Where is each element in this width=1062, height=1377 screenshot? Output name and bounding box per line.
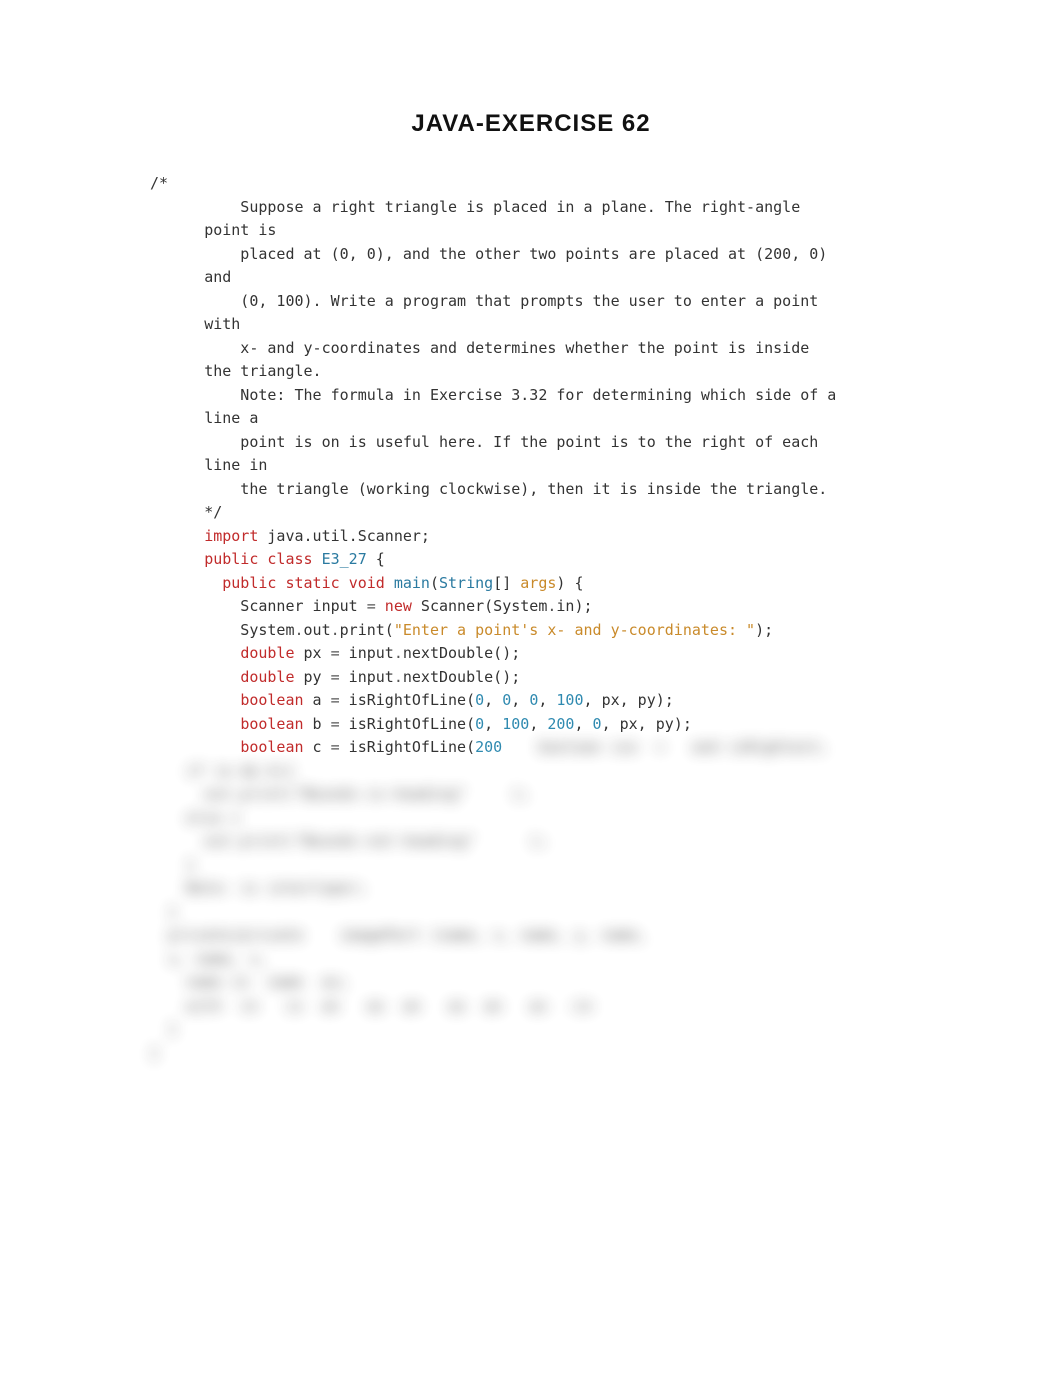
code-text: input	[340, 644, 394, 662]
comma: ,	[511, 691, 529, 709]
num: 0	[502, 691, 511, 709]
page-title: JAVA-EXERCISE 62	[150, 110, 912, 138]
comment-line: Note: The formula in Exercise 3.32 for d…	[222, 386, 845, 404]
comma: ,	[574, 715, 592, 733]
num: 100	[502, 715, 529, 733]
comment-line: line a	[204, 409, 258, 427]
comment-line: Suppose a right triangle is placed in a …	[222, 198, 809, 216]
classname: E3_27	[322, 550, 367, 568]
comment-line: and	[204, 268, 231, 286]
num: 200	[475, 738, 502, 756]
blurred-region: boolean iso = and isRightest; if (a && b…	[150, 738, 827, 1062]
code-text: px, py);	[602, 691, 674, 709]
kw-boolean: boolean	[240, 738, 303, 756]
code-text: Scanner(System	[412, 597, 547, 615]
code-text: py	[295, 668, 331, 686]
comment-line: (0, 100). Write a program that prompts t…	[222, 292, 827, 310]
code-text: print(	[340, 621, 394, 639]
dot: .	[394, 668, 403, 686]
num: 0	[475, 715, 484, 733]
comment-line: line in	[204, 456, 267, 474]
comment-line: point is	[204, 221, 276, 239]
eq: =	[331, 738, 340, 756]
comma: ,	[484, 715, 502, 733]
eq: =	[331, 668, 340, 686]
comment-line: placed at (0, 0), and the other two poin…	[222, 245, 836, 263]
code-text: );	[574, 597, 592, 615]
code-text: a	[304, 691, 331, 709]
kw-void: void	[349, 574, 385, 592]
num: 200	[547, 715, 574, 733]
comment-line: the triangle (working clockwise), then i…	[222, 480, 827, 498]
dot: .	[295, 621, 304, 639]
code-text: out	[304, 621, 331, 639]
code-text: Scanner input	[204, 597, 367, 615]
code-text: in	[556, 597, 574, 615]
code-text: px	[295, 644, 331, 662]
kw-public: public	[204, 550, 258, 568]
blurred-code: boolean iso = and isRightest; if (a && b…	[150, 738, 827, 1062]
num: 0	[593, 715, 602, 733]
comma: ,	[529, 715, 547, 733]
paren: (	[430, 574, 439, 592]
comment-line: point is on is useful here. If the point…	[222, 433, 827, 451]
code-text: px, py);	[620, 715, 692, 733]
comma: ,	[584, 691, 602, 709]
code-text: isRightOfLine(	[340, 691, 475, 709]
kw-boolean: boolean	[240, 715, 303, 733]
comment-line: x- and y-coordinates and determines whet…	[222, 339, 818, 357]
brace: {	[367, 550, 385, 568]
num: 100	[556, 691, 583, 709]
kw-class: class	[267, 550, 312, 568]
comment-line: the triangle.	[204, 362, 321, 380]
code-text: );	[755, 621, 773, 639]
kw-static: static	[285, 574, 339, 592]
string-literal: "Enter a point's x- and y-coordinates: "	[394, 621, 755, 639]
comment-open: /*	[150, 174, 168, 192]
code-text: nextDouble();	[403, 644, 520, 662]
type-string: String	[439, 574, 493, 592]
comment-close: */	[204, 503, 222, 521]
document-page: JAVA-EXERCISE 62 /* Suppose a right tria…	[0, 0, 1062, 1377]
num: 0	[475, 691, 484, 709]
eq: =	[367, 597, 376, 615]
brackets: []	[493, 574, 511, 592]
dot: .	[394, 644, 403, 662]
import-path: java.util.Scanner;	[258, 527, 430, 545]
eq: =	[331, 644, 340, 662]
kw-new: new	[376, 597, 412, 615]
main: main	[394, 574, 430, 592]
comma: ,	[538, 691, 556, 709]
code-text: b	[304, 715, 331, 733]
dot: .	[331, 621, 340, 639]
num: 0	[529, 691, 538, 709]
kw-double: double	[240, 668, 294, 686]
kw-public: public	[222, 574, 276, 592]
kw-double: double	[240, 644, 294, 662]
kw-import: import	[204, 527, 258, 545]
code-text: nextDouble();	[403, 668, 520, 686]
comment-line: with	[204, 315, 240, 333]
brace: {	[565, 574, 583, 592]
code-block: /* Suppose a right triangle is placed in…	[150, 172, 912, 1065]
eq: =	[331, 715, 340, 733]
code-text: isRightOfLine(	[340, 715, 475, 733]
code-text: input	[340, 668, 394, 686]
eq: =	[331, 691, 340, 709]
kw-boolean: boolean	[240, 691, 303, 709]
code-text: isRightOfLine(	[340, 738, 475, 756]
code-text: System	[204, 621, 294, 639]
args: args	[520, 574, 556, 592]
code-text: c	[304, 738, 331, 756]
comma: ,	[602, 715, 620, 733]
comma: ,	[484, 691, 502, 709]
